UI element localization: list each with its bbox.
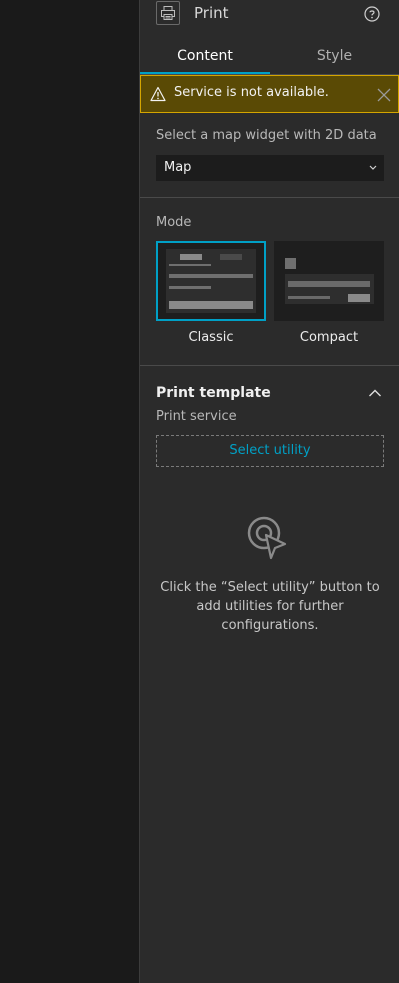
tab-bar: Content Style (140, 40, 399, 75)
mode-option-compact[interactable] (274, 241, 384, 321)
help-icon[interactable] (364, 6, 380, 22)
printer-icon (156, 1, 180, 25)
panel-title: Print (194, 4, 229, 22)
mode-option-compact-label: Compact (299, 330, 359, 345)
select-cursor-icon (247, 516, 287, 560)
chevron-down-icon (369, 165, 377, 170)
panel-header: Print (140, 0, 399, 32)
divider (140, 365, 399, 366)
settings-panel: Print Content Style Service is not avail… (139, 0, 399, 983)
map-widget-select[interactable]: Map (156, 155, 384, 181)
chevron-up-icon[interactable] (368, 388, 382, 398)
mode-label: Mode (156, 215, 192, 230)
tab-content[interactable]: Content (140, 40, 270, 74)
classic-layout-thumbnail (166, 249, 256, 313)
warning-triangle-icon (150, 86, 166, 102)
print-template-title: Print template (156, 385, 271, 401)
empty-state-message: Click the “Select utility” button to add… (160, 580, 380, 633)
tab-style[interactable]: Style (270, 40, 399, 74)
map-widget-select-value: Map (164, 160, 192, 175)
mode-option-classic[interactable] (156, 241, 266, 321)
print-service-label: Print service (156, 409, 237, 424)
select-utility-button[interactable]: Select utility (156, 435, 384, 467)
canvas-area (0, 0, 139, 983)
service-alert: Service is not available. (140, 75, 399, 113)
divider (140, 197, 399, 198)
close-icon[interactable] (376, 87, 392, 103)
map-widget-label: Select a map widget with 2D data (156, 128, 377, 143)
compact-layout-thumbnail (285, 258, 374, 304)
alert-message: Service is not available. (174, 85, 329, 100)
mode-option-classic-label: Classic (188, 330, 234, 345)
